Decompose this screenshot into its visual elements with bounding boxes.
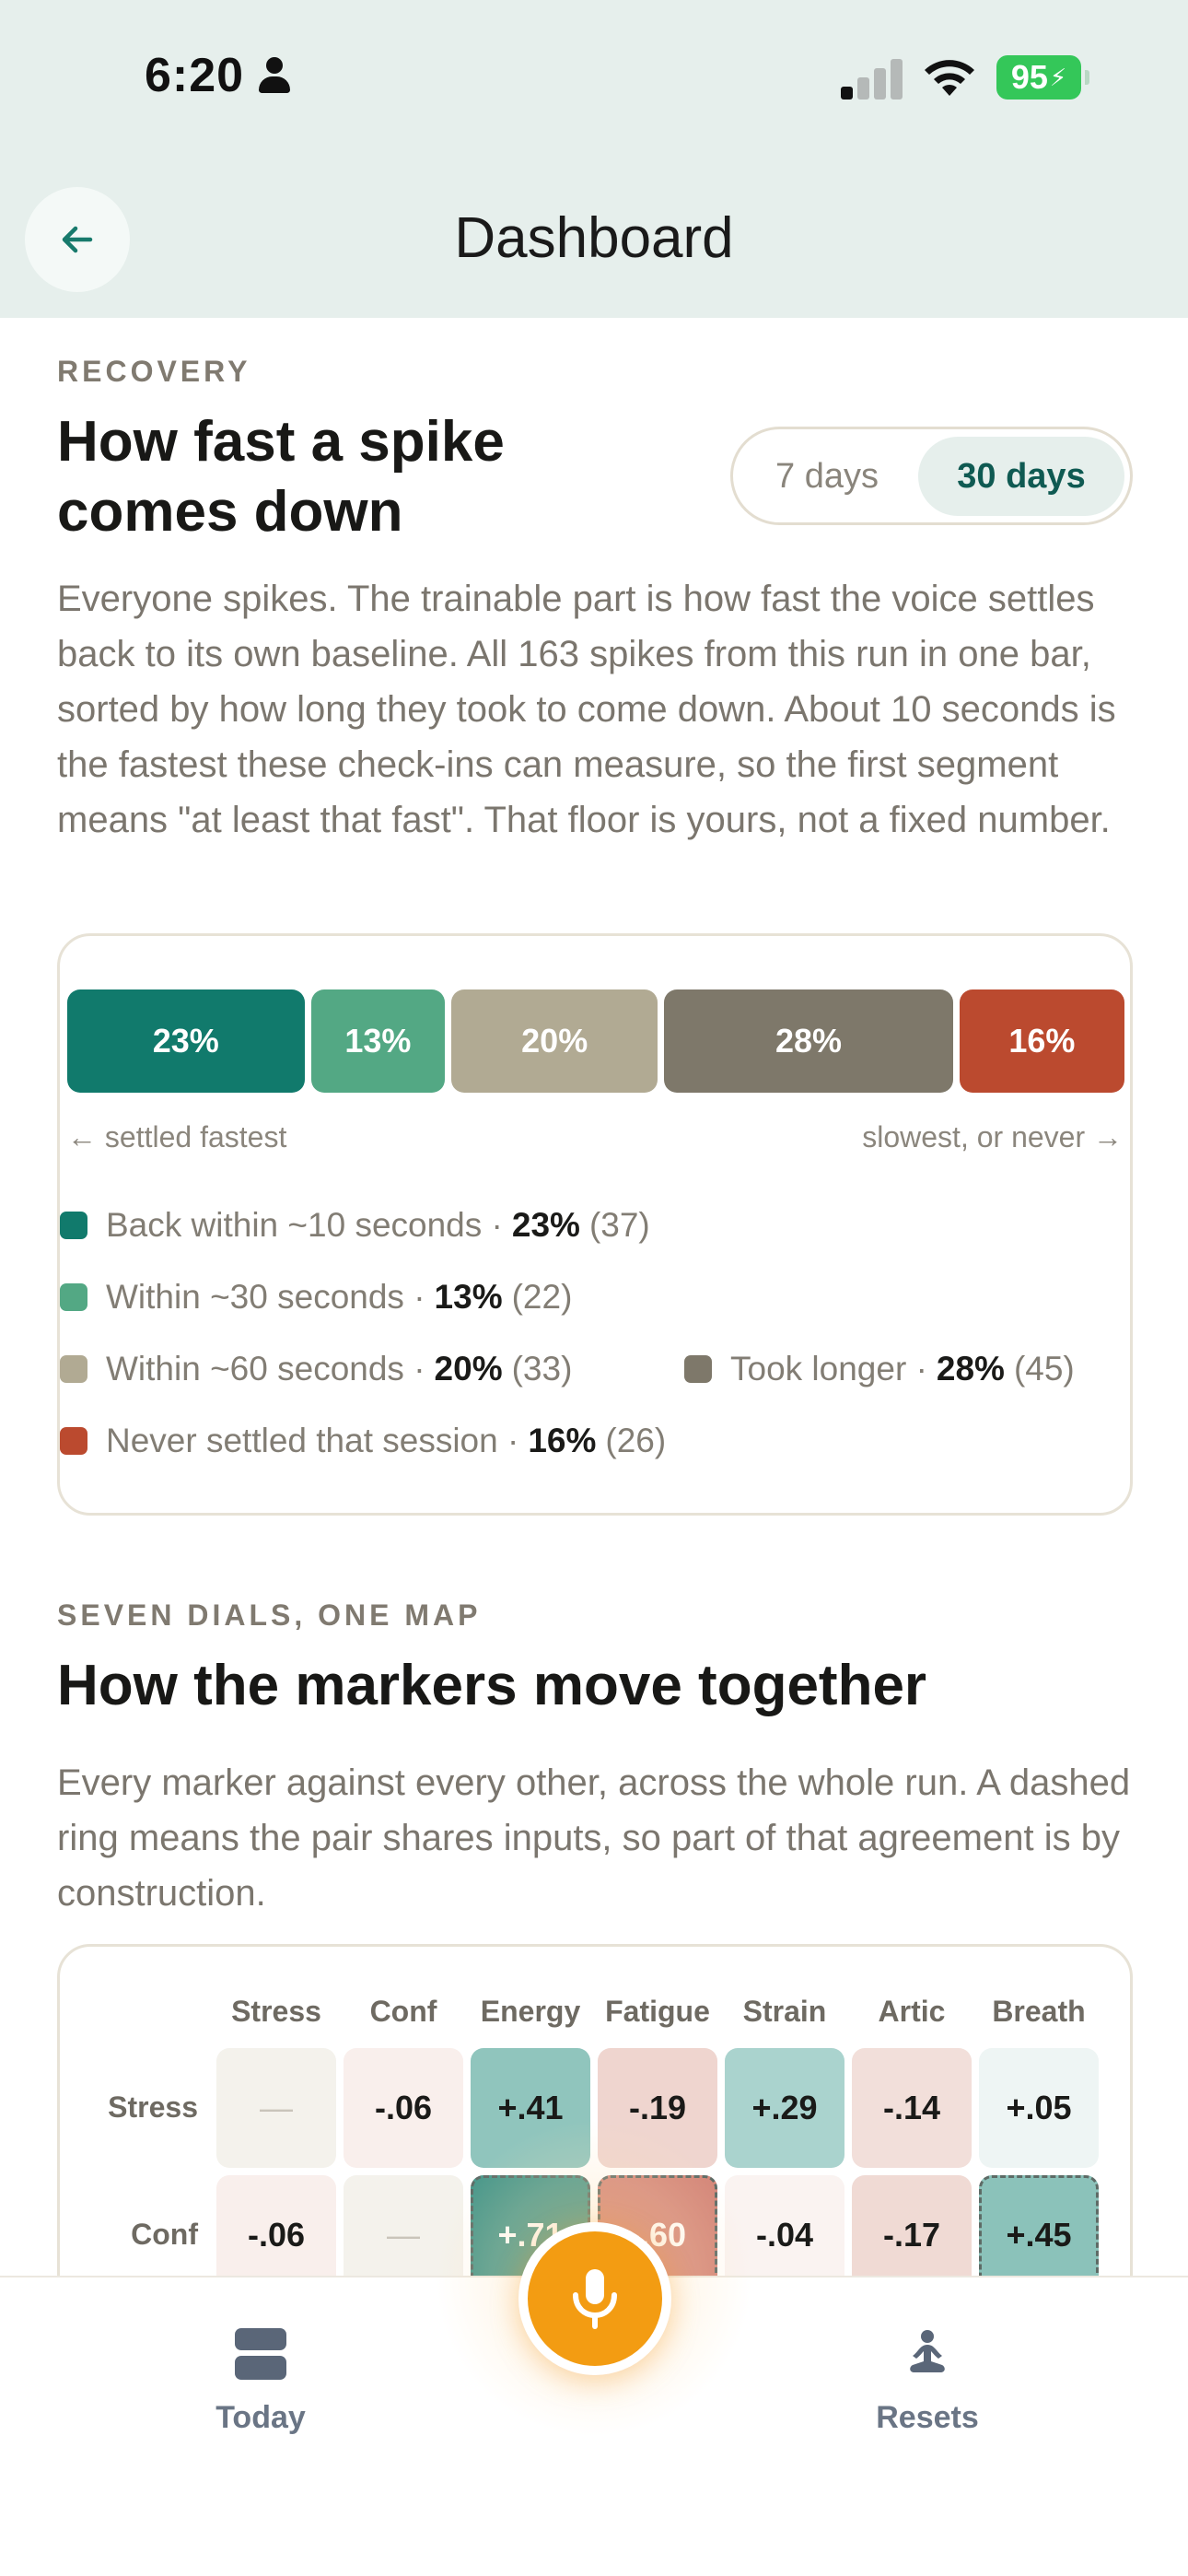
recovery-eyebrow: RECOVERY (57, 355, 251, 388)
today-icon (235, 2328, 286, 2380)
legend-pct: 20% (434, 1350, 503, 1388)
matrix-cell[interactable]: -.14 (852, 2048, 972, 2168)
legend-text: Took longer · (730, 1350, 927, 1388)
app-screen: 6:20 95 ⚡ Dashboard RECOVERY How fast a … (0, 0, 1188, 2576)
recovery-bar-segment: 13% (310, 989, 446, 1093)
legend-pct: 16% (528, 1422, 597, 1459)
matrix-row-header: Stress (108, 2090, 198, 2124)
matrix-column-header: Strain (742, 1995, 827, 2028)
matrix-cell[interactable]: -.06 (216, 2175, 336, 2276)
legend-count: (37) (588, 1206, 650, 1244)
legend-item: Never settled that session · 16% (26) (60, 1422, 666, 1460)
legend-item: Back within ~10 seconds · 23% (37) (60, 1206, 650, 1245)
recovery-description: Everyone spikes. The trainable part is h… (57, 579, 1116, 840)
range-toggle[interactable]: 7 days 30 days (730, 427, 1133, 525)
markers-description: Every marker against every other, across… (57, 1762, 1131, 1914)
matrix-column-header: Energy (480, 1995, 581, 2028)
recovery-stacked-bar: 23% 13% 20% 28% 16% (67, 989, 1124, 1093)
cellular-signal-icon (841, 57, 905, 100)
charging-bolt-icon: ⚡ (1049, 63, 1067, 91)
matrix-column-header: Artic (878, 1995, 946, 2028)
matrix-column-header: Fatigue (605, 1995, 710, 2028)
matrix-cell[interactable]: +.45 (979, 2175, 1099, 2276)
matrix-column-header: Breath (992, 1995, 1086, 2028)
recovery-bar-segment: 20% (451, 989, 658, 1093)
record-voice-button[interactable] (518, 2222, 671, 2375)
markers-eyebrow: SEVEN DIALS, ONE MAP (57, 1598, 482, 1632)
legend-swatch (60, 1283, 87, 1311)
legend-swatch (684, 1355, 712, 1383)
wifi-icon (925, 60, 974, 96)
markers-title: How the markers move together (57, 1654, 927, 1717)
legend-text: Back within ~10 seconds · (106, 1206, 503, 1244)
bar-left-label: ← settled fastest (67, 1120, 287, 1153)
recovery-card: 23% 13% 20% 28% 16% ← settled fastest slowes… (57, 933, 1133, 1516)
legend-count: (33) (511, 1350, 573, 1388)
top-header: 6:20 95 ⚡ Dashboard (0, 0, 1188, 318)
battery-indicator: 95 ⚡ (996, 55, 1089, 100)
matrix-cell[interactable]: -.17 (852, 2175, 972, 2276)
legend-pct: 23% (511, 1206, 580, 1244)
recovery-bar-segment: 23% (67, 989, 305, 1093)
matrix-column-header: Conf (369, 1995, 437, 2028)
legend-item: Within ~30 seconds · 13% (22) (60, 1278, 572, 1317)
recovery-title-line-2: comes down (57, 480, 403, 544)
matrix-column-header: Stress (231, 1995, 321, 2028)
recovery-title: How fast a spike comes down (57, 407, 505, 547)
bar-right-label: slowest, or never → (862, 1120, 1123, 1153)
legend-swatch (60, 1212, 87, 1239)
legend-text: Never settled that session · (106, 1422, 519, 1459)
microphone-icon (573, 2269, 617, 2329)
matrix-cell[interactable]: +.05 (979, 2048, 1099, 2168)
legend-count: (45) (1013, 1350, 1075, 1388)
legend-item: Within ~60 seconds · 20% (33) (60, 1350, 572, 1388)
person-icon (257, 57, 292, 94)
legend-pct: 28% (936, 1350, 1005, 1388)
battery-level: 95 (1010, 58, 1048, 96)
matrix-cell[interactable]: — (216, 2048, 336, 2168)
status-time: 6:20 (145, 48, 292, 103)
legend-text: Within ~30 seconds · (106, 1278, 425, 1316)
meditation-icon (910, 2330, 945, 2372)
matrix-row-header: Conf (131, 2218, 198, 2251)
legend-swatch (60, 1427, 87, 1455)
range-7-days-option[interactable]: 7 days (744, 437, 910, 516)
page-title: Dashboard (454, 206, 734, 270)
tab-resets[interactable]: Resets (835, 2328, 1019, 2436)
tab-resets-label: Resets (876, 2400, 979, 2435)
range-30-days-option[interactable]: 30 days (918, 437, 1124, 516)
matrix-cell[interactable]: -.06 (344, 2048, 463, 2168)
recovery-bar-segment: 16% (959, 989, 1124, 1093)
dashboard-content[interactable]: RECOVERY How fast a spike comes down 7 d… (0, 318, 1188, 2276)
legend-item: Took longer · 28% (45) (684, 1350, 1075, 1388)
clock-text: 6:20 (145, 49, 245, 102)
tab-today-label: Today (215, 2400, 306, 2435)
recovery-bar-segment: 28% (664, 989, 953, 1093)
legend-text: Within ~60 seconds · (106, 1350, 425, 1388)
tab-today[interactable]: Today (169, 2328, 353, 2436)
recovery-title-line-1: How fast a spike (57, 410, 505, 474)
legend-count: (26) (605, 1422, 667, 1459)
legend-swatch (60, 1355, 87, 1383)
legend-pct: 13% (434, 1278, 503, 1316)
matrix-cell[interactable]: +.29 (725, 2048, 844, 2168)
legend-count: (22) (511, 1278, 573, 1316)
